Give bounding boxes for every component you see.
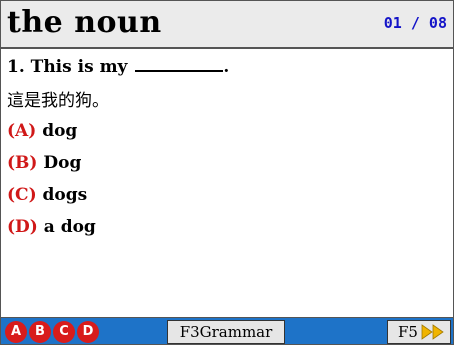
f5-label: F5: [398, 323, 418, 341]
option-b-text: Dog: [43, 153, 82, 173]
option-c-text: dogs: [42, 185, 88, 205]
page-title: the noun: [7, 5, 162, 40]
f3-grammar-button[interactable]: F3Grammar: [167, 320, 285, 344]
footer-bar: A B C D F3Grammar F5: [1, 317, 453, 344]
option-a[interactable]: (A) dog: [7, 119, 77, 143]
question-counter: 01 / 08: [383, 14, 447, 32]
option-b[interactable]: (B) Dog: [7, 151, 81, 175]
option-d-letter: (D): [7, 217, 38, 237]
answer-a-button[interactable]: A: [5, 321, 27, 343]
question-suffix: .: [223, 57, 230, 77]
option-c[interactable]: (C) dogs: [7, 183, 87, 207]
header-bar: the noun 01 / 08: [1, 1, 453, 49]
question-prefix: 1. This is my: [7, 57, 128, 77]
option-d[interactable]: (D) a dog: [7, 215, 96, 239]
option-d-text: a dog: [43, 217, 96, 237]
answer-b-button[interactable]: B: [29, 321, 51, 343]
quiz-screen: the noun 01 / 08 1. This is my . 這是我的狗。 …: [0, 0, 454, 345]
option-a-letter: (A): [7, 121, 37, 141]
answer-blank: [135, 55, 224, 72]
answer-d-button[interactable]: D: [77, 321, 99, 343]
f5-next-button[interactable]: F5: [387, 320, 451, 344]
question-text: 1. This is my .: [7, 55, 229, 79]
answer-c-button[interactable]: C: [53, 321, 75, 343]
option-c-letter: (C): [7, 185, 37, 205]
double-arrow-right-icon: [421, 324, 444, 340]
option-a-text: dog: [42, 121, 78, 141]
answer-shortcuts: A B C D: [5, 321, 99, 343]
question-translation: 這是我的狗。: [7, 91, 109, 111]
option-b-letter: (B): [7, 153, 38, 173]
